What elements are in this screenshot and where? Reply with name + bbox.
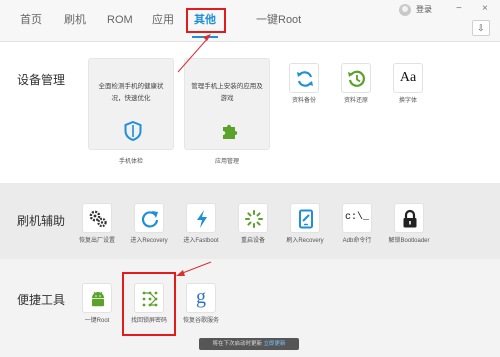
gears-icon	[89, 210, 107, 228]
tile-flash-recovery-label: 刷入Recovery	[286, 238, 324, 244]
update-notice-bar: 将在下次启动时更新 立即更新	[199, 338, 299, 350]
tab-rom[interactable]: ROM	[107, 12, 133, 28]
tile-flash-recovery[interactable]	[290, 203, 320, 233]
tile-google-label: 恢复谷歌服务	[182, 318, 219, 324]
terminal-icon: c:\_	[344, 212, 369, 223]
tab-root[interactable]: 一键Root	[256, 12, 301, 28]
highlight-box-other-tab	[186, 8, 226, 33]
tile-enter-recovery-label: 进入Recovery	[130, 238, 168, 244]
tile-bootloader-label: 解锁Bootloader	[388, 238, 430, 244]
card-apps-caption: 应用管理	[214, 159, 239, 165]
tab-flash[interactable]: 刷机	[64, 12, 86, 28]
shield-icon	[124, 121, 142, 141]
tile-factory-reset-label: 恢复出厂设置	[78, 238, 115, 244]
tile-data-restore[interactable]	[341, 63, 371, 93]
tile-reboot-label: 重启设备	[240, 238, 265, 244]
lightning-icon	[197, 210, 207, 228]
tile-adb-label: Adb命令行	[342, 238, 372, 244]
tile-enter-fastboot[interactable]	[186, 203, 216, 233]
tile-adb-command[interactable]: c:\_	[342, 203, 372, 233]
tile-font-label: 换字体	[398, 98, 417, 104]
tile-change-font[interactable]: Aa	[393, 63, 423, 93]
tile-data-backup[interactable]	[289, 63, 319, 93]
download-icon: ⇩	[477, 23, 485, 33]
tile-enter-recovery[interactable]	[134, 203, 164, 233]
tab-home[interactable]: 首页	[20, 12, 42, 28]
card-apps-text: 管理手机上安装的应用及游戏	[191, 83, 263, 102]
google-icon: g	[196, 286, 206, 308]
restore-clock-icon	[348, 70, 365, 87]
tile-restore-google-services[interactable]: g	[186, 283, 216, 313]
section-title-flash: 刷机辅助	[17, 214, 66, 228]
update-notice-text: 将在下次启动时更新	[212, 341, 262, 347]
phone-edit-icon	[299, 209, 313, 229]
tile-backup-label: 资料备份	[291, 98, 316, 104]
highlight-box-lock-password	[122, 272, 176, 336]
update-now-link[interactable]: 立即更新	[264, 341, 286, 347]
puzzle-icon	[223, 124, 238, 139]
sync-icon	[297, 71, 313, 87]
card-checkup-text: 全面检测手机的健康状况，快速优化	[98, 83, 164, 102]
font-icon: Aa	[399, 70, 417, 85]
refresh-arrow-icon	[141, 211, 159, 228]
tile-restore-label: 资料还原	[343, 98, 368, 104]
tile-factory-reset[interactable]	[82, 203, 112, 233]
padlock-icon	[403, 209, 417, 228]
close-button[interactable]: ×	[482, 2, 488, 16]
tile-unlock-bootloader[interactable]	[394, 203, 424, 233]
top-nav-bar: 首页 刷机 ROM 应用 其他 一键Root 登录 − × ⇩	[0, 0, 500, 42]
tile-enter-fastboot-label: 进入Fastboot	[183, 238, 219, 244]
loading-spinner-icon	[245, 210, 263, 228]
card-phone-checkup[interactable]: 全面检测手机的健康状况，快速优化	[88, 58, 174, 150]
avatar[interactable]	[399, 4, 411, 16]
minimize-button[interactable]: −	[456, 2, 462, 16]
tile-one-click-root[interactable]	[82, 283, 112, 313]
android-icon	[92, 291, 104, 307]
tile-reboot-device[interactable]	[238, 203, 268, 233]
tile-root-label: 一键Root	[84, 318, 110, 324]
section-title-quick: 便捷工具	[17, 293, 66, 307]
download-button[interactable]: ⇩	[472, 20, 490, 36]
section-title-device: 设备管理	[17, 73, 66, 87]
login-link[interactable]: 登录	[416, 4, 432, 16]
active-tab-indicator	[192, 36, 218, 38]
card-checkup-caption: 手机体检	[118, 159, 143, 165]
tab-apps[interactable]: 应用	[152, 12, 174, 28]
card-app-management[interactable]: 管理手机上安装的应用及游戏	[184, 58, 270, 150]
